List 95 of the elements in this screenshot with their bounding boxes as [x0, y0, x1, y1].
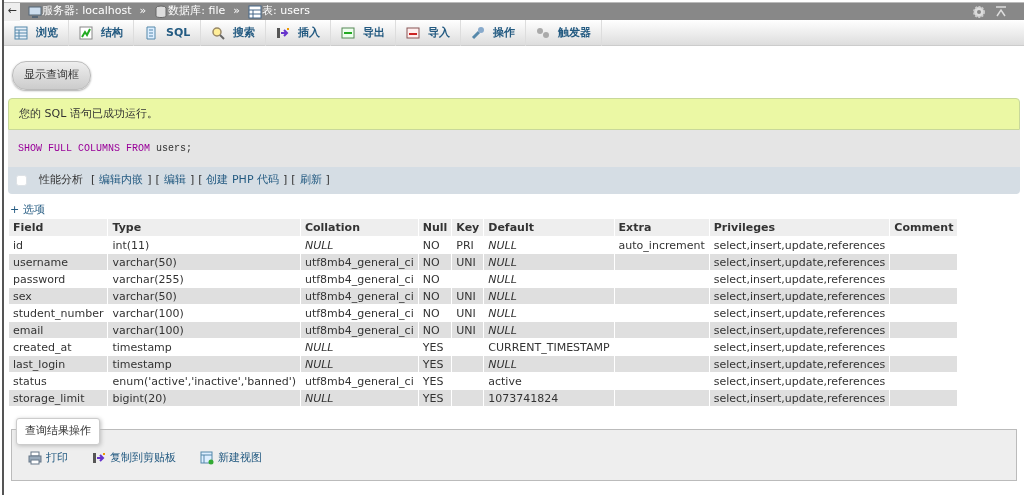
- action-link[interactable]: 编辑内嵌: [99, 172, 144, 189]
- bracket-text: [: [91, 172, 96, 188]
- table-cell: YES: [418, 390, 452, 406]
- table-cell: username: [9, 254, 108, 270]
- tab[interactable]: 搜索: [201, 20, 267, 46]
- table-cell: NO: [418, 254, 452, 270]
- bracket-text: ]: [147, 172, 152, 188]
- table-cell: NO: [418, 322, 452, 338]
- table-cell: select,insert,update,references: [709, 322, 890, 338]
- column-header: Comment: [890, 219, 958, 236]
- column-header: Privileges: [709, 219, 890, 236]
- table-cell: NO: [418, 288, 452, 304]
- table-cell: timestamp: [108, 356, 300, 372]
- table-cell: storage_limit: [9, 390, 108, 406]
- table-cell: utf8mb4_general_ci: [300, 322, 418, 338]
- action-link[interactable]: 复制到剪贴板: [92, 450, 176, 467]
- table-cell: email: [9, 322, 108, 338]
- table-cell: NULL: [300, 356, 418, 372]
- breadcrumb-separator: »: [139, 3, 147, 20]
- table-cell: YES: [418, 356, 452, 372]
- panel-legend: 查询结果操作: [16, 418, 100, 445]
- table-cell: utf8mb4_general_ci: [300, 288, 418, 304]
- tab[interactable]: 导入: [396, 20, 462, 46]
- bracket-text: ]: [189, 172, 195, 188]
- tab[interactable]: SQL: [134, 20, 202, 46]
- table-cell: utf8mb4_general_ci: [300, 254, 418, 270]
- table-cell: bigint(20): [108, 390, 300, 406]
- column-header: Key: [452, 219, 484, 236]
- table-icon: [14, 26, 28, 40]
- bracket-text: [: [198, 172, 203, 188]
- tab[interactable]: 触发器: [526, 20, 603, 46]
- sql-query: SHOW FULL COLUMNS FROM users;: [8, 130, 1020, 167]
- column-header: Field: [9, 219, 108, 236]
- bracket-text: [: [155, 172, 160, 188]
- breadcrumb-link[interactable]: 表: users: [262, 3, 310, 20]
- bracket-text: ]: [325, 172, 330, 188]
- tab[interactable]: 结构: [69, 20, 134, 46]
- document-icon: [144, 26, 158, 40]
- table-cell: UNI: [452, 322, 484, 338]
- column-header: Extra: [614, 219, 709, 236]
- table-cell: NULL: [484, 254, 614, 270]
- profiling-checkbox[interactable]: [16, 174, 27, 186]
- table-cell: varchar(50): [108, 288, 300, 304]
- table-cell: NULL: [484, 288, 614, 304]
- back-button[interactable]: ←: [4, 2, 20, 21]
- chart-icon: [79, 26, 93, 40]
- action-link[interactable]: 新建视图: [200, 450, 262, 467]
- table-cell: select,insert,update,references: [709, 254, 890, 270]
- wrench-icon: [471, 26, 486, 40]
- import-icon: [406, 26, 421, 40]
- tab[interactable]: 插入: [266, 20, 332, 46]
- table-cell: NULL: [300, 390, 418, 406]
- table-cell: NULL: [484, 356, 614, 372]
- table-cell: select,insert,update,references: [709, 390, 890, 406]
- breadcrumb-separator: »: [233, 3, 241, 20]
- table-cell: UNI: [452, 288, 484, 304]
- table-icon: [200, 451, 214, 466]
- table-cell: NULL: [484, 322, 614, 338]
- table-icon: [248, 4, 263, 19]
- table-cell: select,insert,update,references: [709, 288, 890, 304]
- tab[interactable]: 浏览: [4, 20, 69, 46]
- table-cell: 1073741824: [484, 390, 614, 406]
- action-link[interactable]: 刷新: [299, 172, 322, 189]
- column-header: Null: [418, 219, 452, 236]
- column-header: Type: [108, 219, 300, 236]
- options-link[interactable]: + 选项: [10, 201, 45, 218]
- tab[interactable]: 操作: [461, 20, 527, 46]
- table-cell: last_login: [9, 356, 108, 372]
- breadcrumb-link[interactable]: 数据库: file: [168, 3, 226, 20]
- search-icon: [211, 26, 226, 40]
- checkbox-label: 性能分析: [39, 172, 83, 188]
- action-link[interactable]: 打印: [28, 450, 68, 467]
- printer-icon: [28, 451, 42, 466]
- success-message: 您的 SQL 语句已成功运行。: [8, 97, 1020, 130]
- database-icon: [154, 4, 169, 19]
- table-cell: select,insert,update,references: [709, 356, 890, 372]
- table-cell: sex: [9, 288, 108, 304]
- bracket-text: [: [291, 172, 296, 188]
- show-query-button[interactable]: 显示查询框: [12, 61, 91, 90]
- column-header: Default: [484, 219, 614, 236]
- gears-icon: [536, 26, 551, 40]
- breadcrumb-link[interactable]: 服务器: localhost: [42, 3, 132, 20]
- action-link[interactable]: 创建 PHP 代码: [206, 172, 279, 189]
- export-icon: [341, 26, 356, 40]
- table-cell: varchar(100): [108, 322, 300, 338]
- insert-icon: [276, 26, 291, 40]
- table-cell: varchar(50): [108, 254, 300, 270]
- action-link[interactable]: 编辑: [163, 172, 186, 189]
- column-header: Collation: [300, 219, 418, 236]
- bracket-text: ]: [283, 172, 288, 188]
- insert-icon: [92, 451, 106, 466]
- collapse-icon: [994, 4, 1008, 19]
- table-cell: UNI: [452, 254, 484, 270]
- server-icon: [28, 4, 42, 19]
- tab[interactable]: 导出: [331, 20, 397, 46]
